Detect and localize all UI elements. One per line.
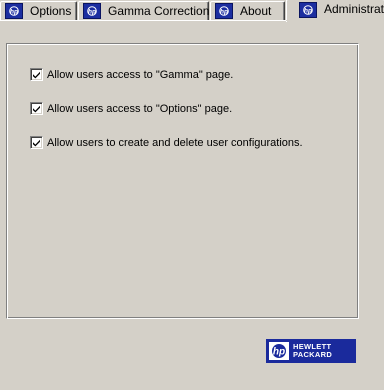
gamma-access-checkbox[interactable] [30,68,43,81]
administrator-panel: Allow users access to "Gamma" page. Allo… [6,43,359,319]
hp-icon: hp [83,3,101,19]
tab-label: Gamma Correction [108,4,210,18]
hp-icon: hp [299,2,317,18]
options-access-checkbox[interactable] [30,102,43,115]
svg-text:hp: hp [304,8,312,15]
option-label: Allow users access to "Gamma" page. [47,68,234,81]
tab-gamma-correction[interactable]: hp Gamma Correction [78,1,209,20]
logo-wordmark: HEWLETT PACKARD [293,343,332,359]
tab-label: About [240,4,272,18]
hewlett-packard-logo: hp HEWLETT PACKARD [266,339,356,363]
tab-administrator[interactable]: hp Administrator [286,0,384,22]
option-label: Allow users to create and delete user co… [47,136,303,149]
svg-text:hp: hp [220,9,228,16]
tab-strip: hp Options hp Gamma Correction hp About … [0,0,384,22]
hp-icon: hp [5,3,23,19]
hp-icon: hp [215,3,233,19]
option-gamma-access[interactable]: Allow users access to "Gamma" page. [30,68,233,81]
option-label: Allow users access to "Options" page. [47,102,233,115]
svg-text:hp: hp [273,347,285,358]
tab-options[interactable]: hp Options [0,1,77,20]
option-user-configurations[interactable]: Allow users to create and delete user co… [30,136,303,149]
hp-logo-icon: hp [269,342,289,360]
option-options-access[interactable]: Allow users access to "Options" page. [30,102,232,115]
tab-label: Options [30,4,72,18]
tab-about[interactable]: hp About [210,1,285,20]
tab-baseline-gap [286,20,384,21]
tab-label: Administrator [324,2,384,16]
logo-line2: PACKARD [293,350,333,359]
svg-text:hp: hp [88,9,96,16]
user-configurations-checkbox[interactable] [30,136,43,149]
svg-text:hp: hp [10,9,18,16]
